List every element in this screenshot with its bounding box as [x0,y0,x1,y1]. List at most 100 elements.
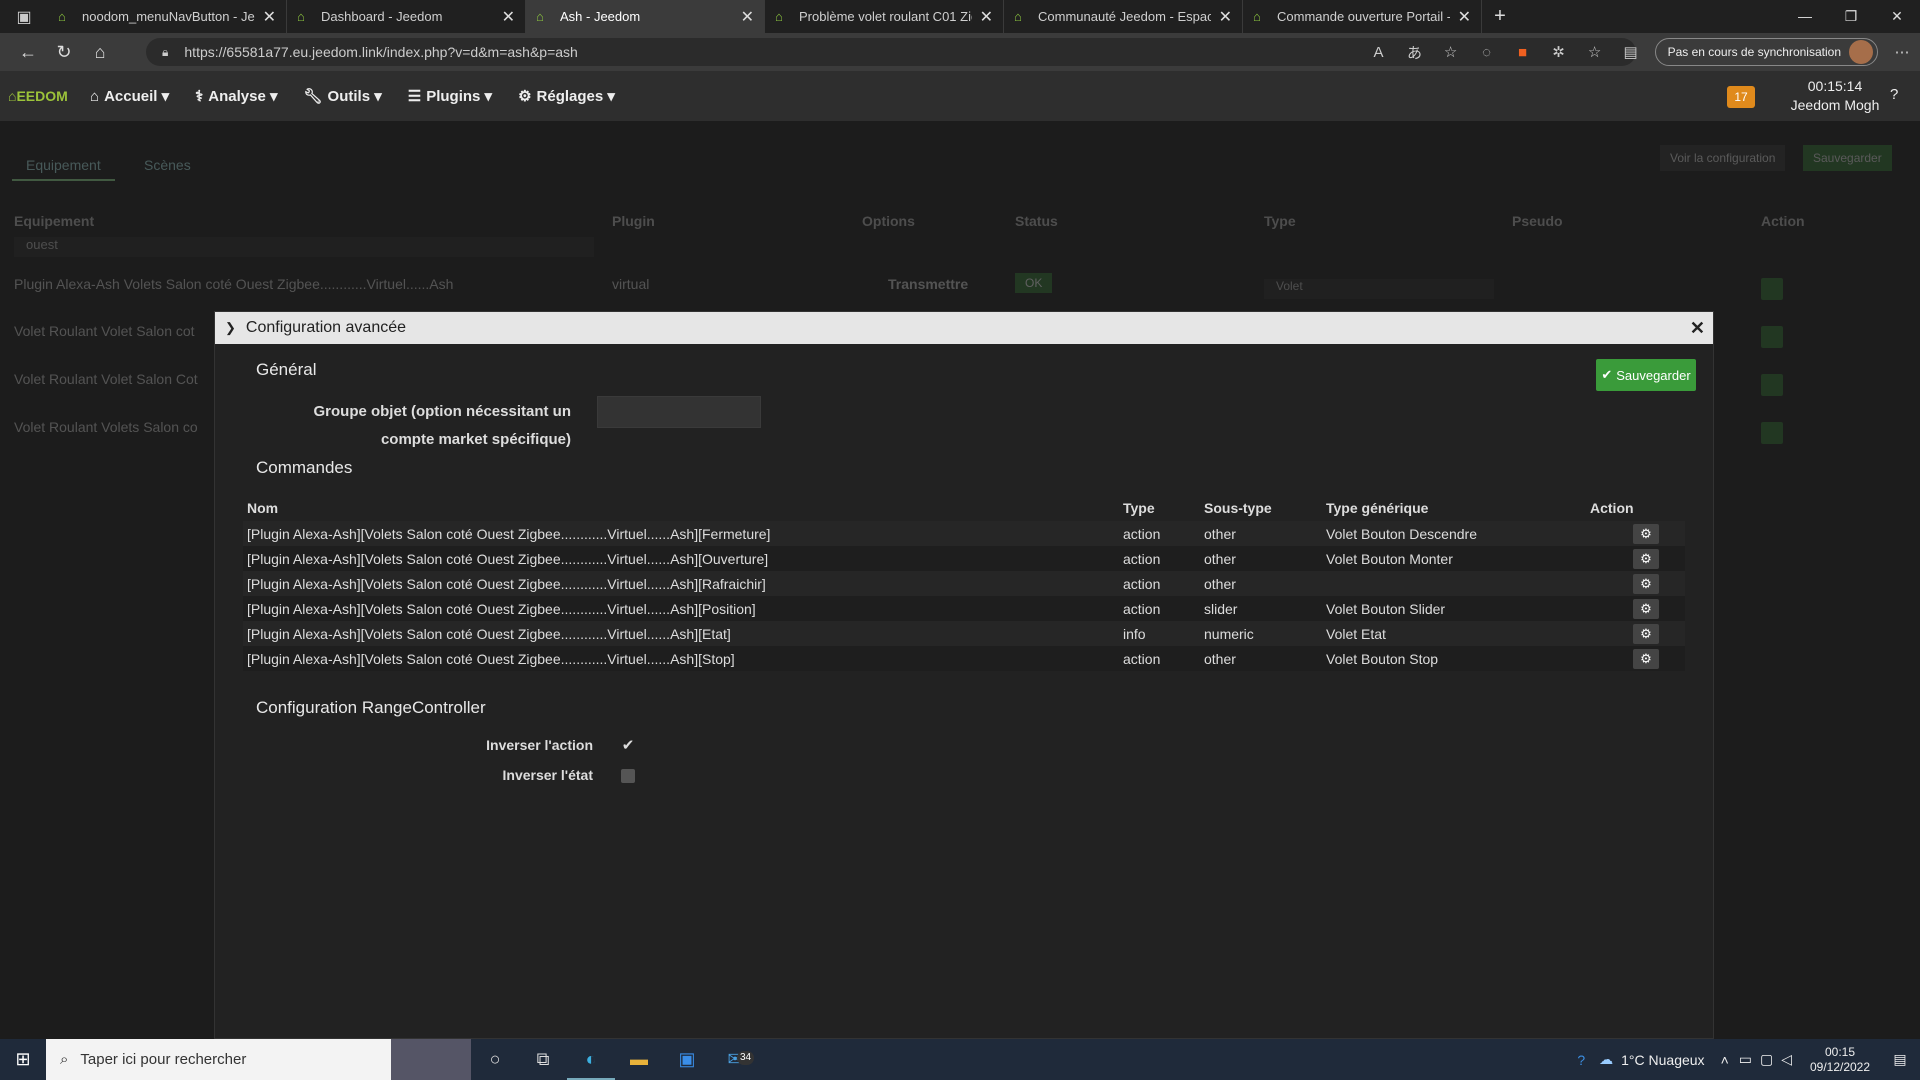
tab-actions-icon[interactable]: ▣ [0,0,48,33]
minimize-icon[interactable]: — [1782,0,1828,33]
col-equipement[interactable]: Equipement [14,213,94,229]
row-config-button[interactable] [1761,422,1783,444]
puzzle-icon[interactable]: ✲ [1541,43,1577,61]
group-object-input[interactable] [597,396,761,428]
collections-icon[interactable]: ▤ [1613,43,1649,61]
bg-row-name[interactable]: Volet Roulant Volet Salon cot [14,323,195,339]
network-icon[interactable]: ▭ [1739,1051,1752,1068]
user-clock: 00:15:14 Jeedom Mogh [1780,77,1890,115]
menu-reglages[interactable]: ⚙ Réglages ▾ [518,87,615,105]
save-bg-button[interactable]: Sauvegarder [1803,145,1892,171]
bg-row-name[interactable]: Volet Roulant Volet Salon Cot [14,371,198,387]
bg-row-name[interactable]: Volet Roulant Volets Salon co [14,419,198,435]
taskbar-clock[interactable]: 00:15 09/12/2022 [1800,1045,1880,1075]
menu-accueil[interactable]: ⌂ Accueil ▾ [90,87,169,105]
jeedom-logo[interactable]: ⌂EEDOM [0,88,90,104]
taskbar-search[interactable]: ⌕ Taper ici pour rechercher [46,1039,391,1080]
menu-plugins[interactable]: ☰ Plugins ▾ [408,87,492,105]
back-icon[interactable]: ← [10,42,46,63]
check-icon: ✔ [621,737,635,754]
help-icon[interactable]: ? [1890,86,1898,103]
browser-tab[interactable]: ⌂ Commande ouverture Portail - P ✕ [1243,0,1482,33]
more-icon[interactable]: ⋯ [1884,43,1920,61]
display-icon[interactable]: ▢ [1760,1051,1773,1068]
jeedom-favicon-icon: ⌂ [775,8,783,24]
close-tab-icon[interactable]: ✕ [1219,7,1232,27]
bg-row-type-select[interactable]: Volet [1264,279,1494,299]
chevron-right-icon: ❯ [225,320,236,335]
filter-input[interactable]: ouest [14,237,594,257]
favorites-bar-icon[interactable]: ☆ [1577,43,1613,61]
table-header-row: Nom Type Sous-type Type générique Action [243,495,1685,521]
edge-icon[interactable]: ◐ [567,1039,615,1080]
new-tab-button[interactable]: + [1482,5,1518,28]
close-icon[interactable]: ✕ [1690,318,1705,339]
favorite-icon[interactable]: ☆ [1433,43,1469,61]
tab-scenes[interactable]: Scènes [130,151,205,179]
brave-icon[interactable]: ■ [1505,44,1541,61]
bg-row-name[interactable]: Plugin Alexa-Ash Volets Salon coté Ouest… [14,276,453,292]
store-icon[interactable]: ▣ [663,1039,711,1080]
view-config-button[interactable]: Voir la configuration [1660,145,1786,171]
col-action: Action [1761,213,1805,229]
row-config-button[interactable] [1761,326,1783,348]
cmd-subtype: other [1200,521,1322,546]
invert-state-checkbox[interactable] [621,769,635,783]
tab-equipement[interactable]: Equipement [12,151,115,181]
sync-profile-button[interactable]: Pas en cours de synchronisation [1654,38,1878,66]
cmd-name: [Plugin Alexa-Ash][Volets Salon coté Oue… [243,596,1119,621]
menu-label: Outils [327,88,371,105]
extension-icon[interactable]: ◌ [1469,44,1505,61]
notification-center-icon[interactable]: ▤ [1880,1051,1920,1068]
close-window-icon[interactable]: ✕ [1874,0,1920,33]
restore-icon[interactable]: ❐ [1828,0,1874,33]
browser-tab[interactable]: ⌂ Dashboard - Jeedom ✕ [287,0,526,33]
cogs-icon[interactable]: ⚙ [1633,598,1659,619]
search-highlight-image[interactable] [391,1039,471,1080]
read-aloud-icon[interactable]: A [1361,44,1397,61]
cogs-icon[interactable]: ⚙ [1633,623,1659,644]
close-tab-icon[interactable]: ✕ [502,7,515,27]
browser-tab[interactable]: ⌂ Communauté Jeedom - Espace c ✕ [1004,0,1243,33]
cogs-icon[interactable]: ⚙ [1633,573,1659,594]
mail-icon[interactable]: ✉ 34 [711,1039,759,1080]
cortana-icon[interactable]: ○ [471,1039,519,1080]
chevron-up-icon[interactable]: ˄ [1721,1052,1729,1068]
col-status[interactable]: Status [1015,213,1058,229]
browser-tab-active[interactable]: ⌂ Ash - Jeedom ✕ [526,0,765,33]
sync-label: Pas en cours de synchronisation [1667,45,1841,59]
weather-text[interactable]: 1°C Nuageux [1621,1052,1704,1068]
file-explorer-icon[interactable]: ▬ [615,1039,663,1080]
home-icon[interactable]: ⌂ [82,42,118,63]
close-tab-icon[interactable]: ✕ [263,7,276,27]
help-tray-icon[interactable]: ? [1577,1052,1585,1068]
menu-analyse[interactable]: ⚕ Analyse ▾ [195,87,277,105]
refresh-icon[interactable]: ↻ [46,42,82,63]
cogs-icon[interactable]: ⚙ [1633,648,1659,669]
cmd-generic: Volet Etat [1322,621,1586,646]
row-config-button[interactable] [1761,374,1783,396]
cloud-icon: ☁ [1599,1051,1614,1067]
close-tab-icon[interactable]: ✕ [980,7,993,27]
notification-badge[interactable]: 17 [1727,86,1755,108]
close-tab-icon[interactable]: ✕ [741,7,754,27]
close-tab-icon[interactable]: ✕ [1458,7,1471,27]
col-plugin[interactable]: Plugin [612,213,655,229]
col-pseudo[interactable]: Pseudo [1512,213,1563,229]
col-type[interactable]: Type [1264,213,1296,229]
save-button[interactable]: ✔ Sauvegarder [1596,359,1696,391]
cogs-icon[interactable]: ⚙ [1633,523,1659,544]
user-name[interactable]: Jeedom Mogh [1780,96,1890,115]
windows-start-icon[interactable]: ⊞ [0,1049,46,1070]
volume-icon[interactable]: ◁ [1781,1051,1792,1068]
menu-outils[interactable]: 🔧︎ Outils ▾ [304,87,382,105]
modal-header[interactable]: ❯ Configuration avancée ✕ [215,312,1713,344]
task-view-icon[interactable]: ⧉ [519,1039,567,1080]
browser-tab[interactable]: ⌂ Problème volet roulant C01 Zigb ✕ [765,0,1004,33]
row-config-button[interactable] [1761,278,1783,300]
browser-tab[interactable]: ⌂ noodom_menuNavButton - Jeed ✕ [48,0,287,33]
lock-icon[interactable]: 🔒︎ [162,45,168,60]
translate-icon[interactable]: あ [1397,42,1433,63]
invert-action-checkbox[interactable]: ✔ [621,737,635,754]
cogs-icon[interactable]: ⚙ [1633,548,1659,569]
